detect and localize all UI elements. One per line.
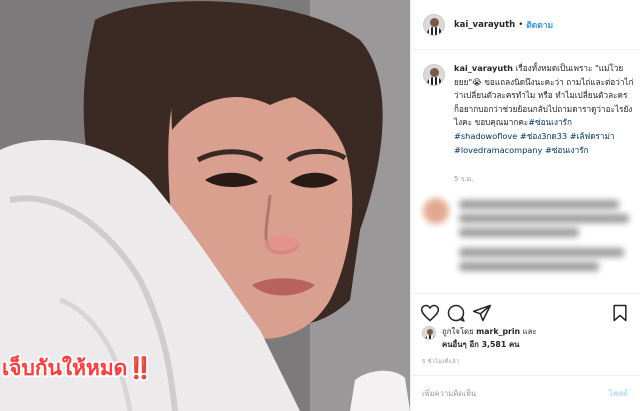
photo-overlay-caption: เจ็บกันให้หมด‼️	[2, 356, 154, 380]
caption-author-avatar[interactable]	[423, 64, 445, 86]
likes-and: และ	[522, 327, 537, 336]
likes-text: ถูกใจโดย mark_prin และ คนอื่นๆ อีก 3,581…	[442, 325, 537, 351]
follow-button[interactable]: ติดตาม	[526, 18, 553, 32]
avatar-body	[427, 77, 442, 85]
heart-icon[interactable]	[420, 303, 440, 323]
caption-username[interactable]: kai_varayuth	[454, 63, 513, 73]
photo-illustration	[0, 0, 410, 411]
bookmark-icon[interactable]	[610, 303, 630, 323]
post-comment-button[interactable]: โพสต์	[608, 387, 628, 400]
header-separator: •	[518, 19, 524, 30]
comment-bubble-icon[interactable]	[446, 303, 466, 323]
post-timestamp[interactable]: 5 ชั่วโมงที่แล้ว	[422, 358, 459, 366]
instagram-post-window: เจ็บกันให้หมด‼️ kai_varayuth • ติดตาม ka…	[0, 0, 640, 411]
blurred-comments	[423, 192, 637, 292]
likes-row: ถูกใจโดย mark_prin และ คนอื่นๆ อีก 3,581…	[422, 325, 632, 351]
liker-avatar[interactable]	[422, 326, 436, 340]
first-liker-username[interactable]: mark_prin	[476, 327, 520, 336]
hashtag-link[interactable]: #shadowoflove	[454, 131, 517, 141]
blurred-line	[459, 228, 579, 237]
post-action-bar	[410, 293, 640, 327]
avatar-face	[430, 68, 439, 77]
blurred-avatar	[423, 198, 449, 224]
add-comment-input[interactable]: เพิ่มความคิดเห็น	[422, 388, 476, 400]
blurred-line	[459, 200, 619, 209]
likes-count-link[interactable]: คนอื่นๆ อีก 3,581 คน	[442, 340, 520, 349]
author-username[interactable]: kai_varayuth	[454, 20, 515, 30]
avatar-face	[430, 17, 439, 27]
avatar-body	[425, 335, 435, 339]
hashtag-link[interactable]: #เล้ฟดราม่า	[570, 131, 615, 141]
hashtag-link[interactable]: #ซ่อนเงารัก	[528, 117, 572, 127]
hashtag-link[interactable]: #ซ่อนเงารัก	[545, 145, 589, 155]
hashtag-link[interactable]: #ช่อง3กด33	[520, 131, 567, 141]
blurred-line	[459, 248, 624, 257]
caption-text-block: kai_varayuth เรื่องทั้งหมดเป็นเพราะ "แม่…	[454, 62, 634, 157]
share-arrow-icon[interactable]	[472, 303, 492, 323]
blurred-line	[459, 214, 629, 223]
post-header: kai_varayuth • ติดตาม	[411, 0, 640, 50]
likes-prefix: ถูกใจโดย	[442, 327, 474, 336]
author-avatar[interactable]	[423, 13, 445, 36]
post-photo[interactable]: เจ็บกันให้หมด‼️	[0, 0, 410, 411]
avatar-body	[427, 26, 442, 35]
hashtag-link[interactable]: #lovedramacompany	[454, 145, 542, 155]
add-comment-bar: เพิ่มความคิดเห็น โพสต์	[410, 375, 640, 411]
caption-time: 5 ร.ม.	[454, 175, 474, 183]
caption-comment: kai_varayuth เรื่องทั้งหมดเป็นเพราะ "แม่…	[423, 62, 637, 157]
blurred-line	[459, 262, 599, 271]
